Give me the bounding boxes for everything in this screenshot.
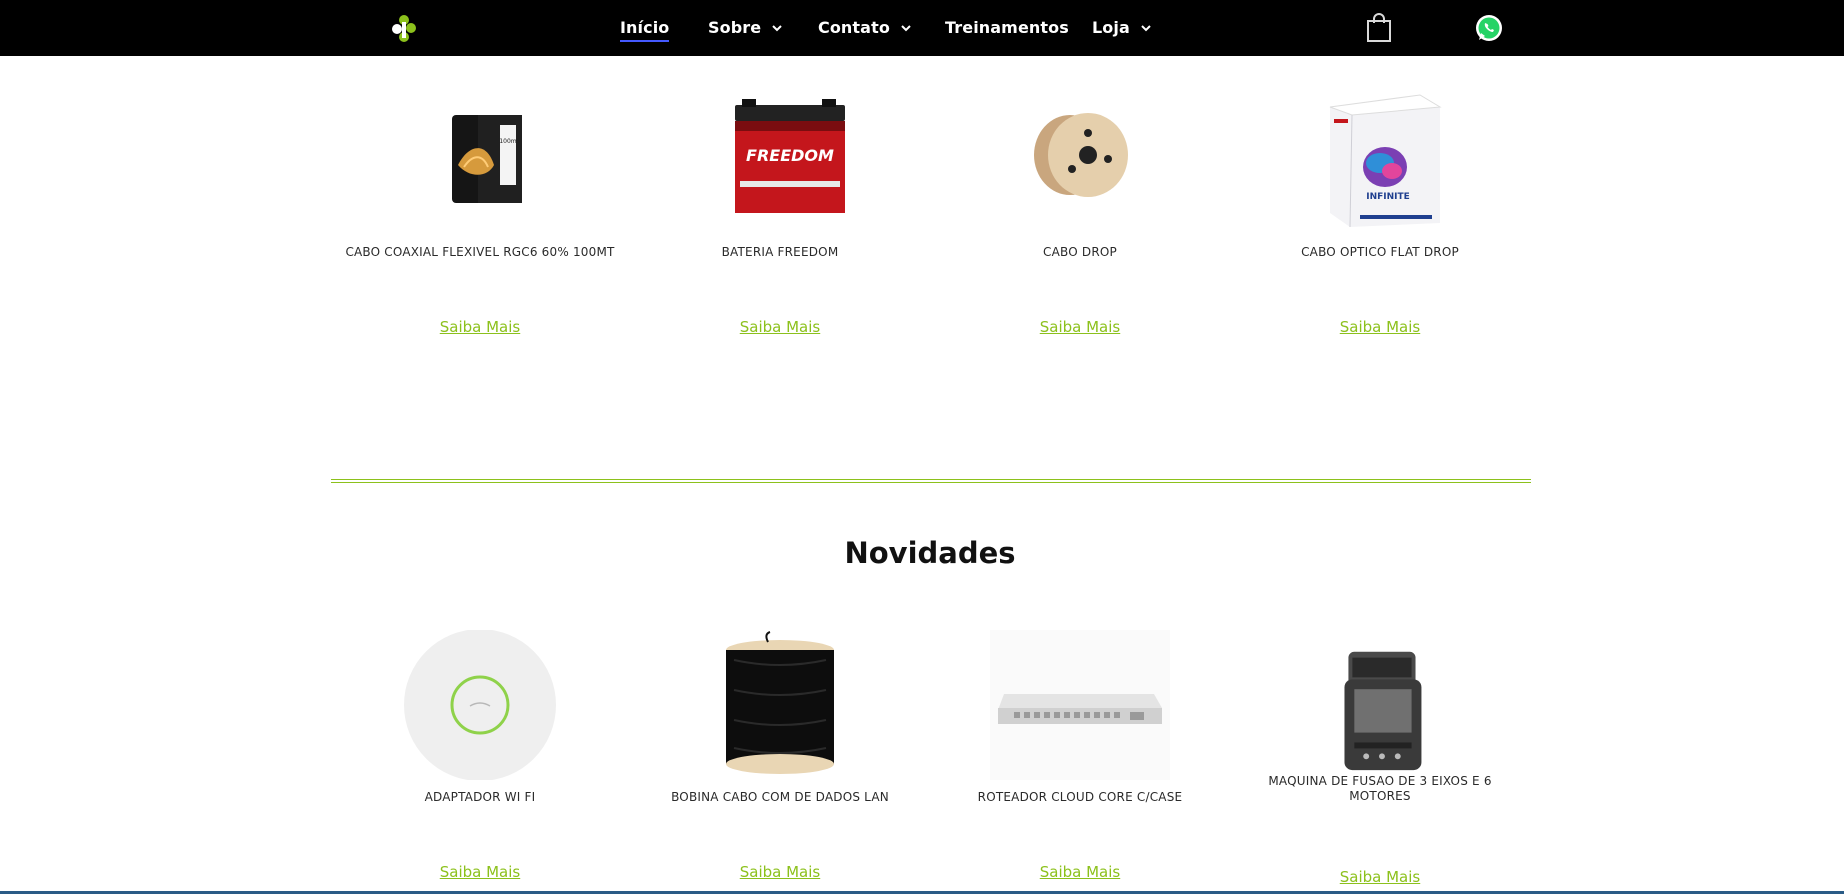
box-brand-text: INFINITE xyxy=(1366,192,1410,202)
nav-item-label: Início xyxy=(620,18,670,37)
nav-item-label: Sobre xyxy=(708,18,762,37)
nav-item-label: Loja xyxy=(1092,18,1130,37)
chevron-down-icon xyxy=(1141,24,1151,31)
product-card: MAQUINA DE FUSAO DE 3 EIXOS E 6 MOTORES … xyxy=(1240,630,1520,887)
product-name: MAQUINA DE FUSAO DE 3 EIXOS E 6 MOTORES xyxy=(1268,774,1492,803)
top-navigation-bar: Início Sobre Contato Treinamentos Loja xyxy=(0,0,1844,56)
product-image[interactable] xyxy=(690,630,870,780)
product-card: BOBINA CABO COM DE DADOS LAN Saiba Mais xyxy=(640,630,920,882)
shopping-bag-icon[interactable] xyxy=(1366,13,1392,43)
product-image[interactable] xyxy=(390,630,570,780)
nav-item-loja[interactable]: Loja xyxy=(1092,18,1152,37)
product-card: INFINITE CABO OPTICO FLAT DROP Saiba Mai… xyxy=(1240,85,1520,337)
saiba-mais-link[interactable]: Saiba Mais xyxy=(1040,863,1120,881)
nav-item-label: Contato xyxy=(818,18,890,37)
saiba-mais-link[interactable]: Saiba Mais xyxy=(440,318,520,336)
battery-brand-text: FREEDOM xyxy=(746,146,834,165)
product-name: BATERIA FREEDOM xyxy=(721,245,839,259)
section-divider xyxy=(331,479,1531,483)
nav-item-sobre[interactable]: Sobre xyxy=(708,18,783,37)
whatsapp-icon[interactable] xyxy=(1475,14,1503,42)
section-title: Novidades xyxy=(844,536,1016,570)
product-name: CABO COAXIAL FLEXIVEL RGC6 60% 100MT xyxy=(345,245,615,259)
product-card: 100m CABO COAXIAL FLEXIVEL RGC6 60% 100M… xyxy=(340,85,620,337)
chevron-down-icon xyxy=(901,24,911,31)
product-card: ROTEADOR CLOUD CORE C/CASE Saiba Mais xyxy=(940,630,1220,882)
active-underline xyxy=(620,40,669,42)
product-card: ADAPTADOR WI FI Saiba Mais xyxy=(340,630,620,882)
nav-item-treinamentos[interactable]: Treinamentos xyxy=(945,18,1069,37)
saiba-mais-link[interactable]: Saiba Mais xyxy=(740,318,820,336)
main-nav: Início Sobre Contato Treinamentos Loja xyxy=(0,0,1844,56)
product-card: FREEDOM BATERIA FREEDOM Saiba Mais xyxy=(640,85,920,337)
saiba-mais-link[interactable]: Saiba Mais xyxy=(1040,318,1120,336)
product-card: CABO DROP Saiba Mais xyxy=(940,85,1220,337)
product-name: ADAPTADOR WI FI xyxy=(424,790,536,804)
nav-item-label: Treinamentos xyxy=(945,18,1069,37)
product-name: CABO OPTICO FLAT DROP xyxy=(1301,245,1459,259)
product-name: BOBINA CABO COM DE DADOS LAN xyxy=(671,790,889,804)
nav-item-contato[interactable]: Contato xyxy=(818,18,912,37)
product-image[interactable] xyxy=(990,85,1170,235)
saiba-mais-link[interactable]: Saiba Mais xyxy=(740,863,820,881)
product-image[interactable]: 100m xyxy=(390,85,570,235)
product-name: ROTEADOR CLOUD CORE C/CASE xyxy=(977,790,1183,804)
saiba-mais-link[interactable]: Saiba Mais xyxy=(1340,318,1420,336)
nav-item-inicio[interactable]: Início xyxy=(620,18,670,42)
product-image[interactable]: INFINITE xyxy=(1290,85,1470,235)
product-image[interactable] xyxy=(990,630,1170,780)
svg-text:100m: 100m xyxy=(499,138,516,145)
saiba-mais-link[interactable]: Saiba Mais xyxy=(440,863,520,881)
product-image[interactable]: FREEDOM xyxy=(690,85,870,235)
product-name: CABO DROP xyxy=(1043,245,1117,259)
saiba-mais-link[interactable]: Saiba Mais xyxy=(1340,868,1420,886)
chevron-down-icon xyxy=(772,24,782,31)
page: Início Sobre Contato Treinamentos Loja 1… xyxy=(0,0,1844,894)
product-image[interactable] xyxy=(1290,630,1470,778)
